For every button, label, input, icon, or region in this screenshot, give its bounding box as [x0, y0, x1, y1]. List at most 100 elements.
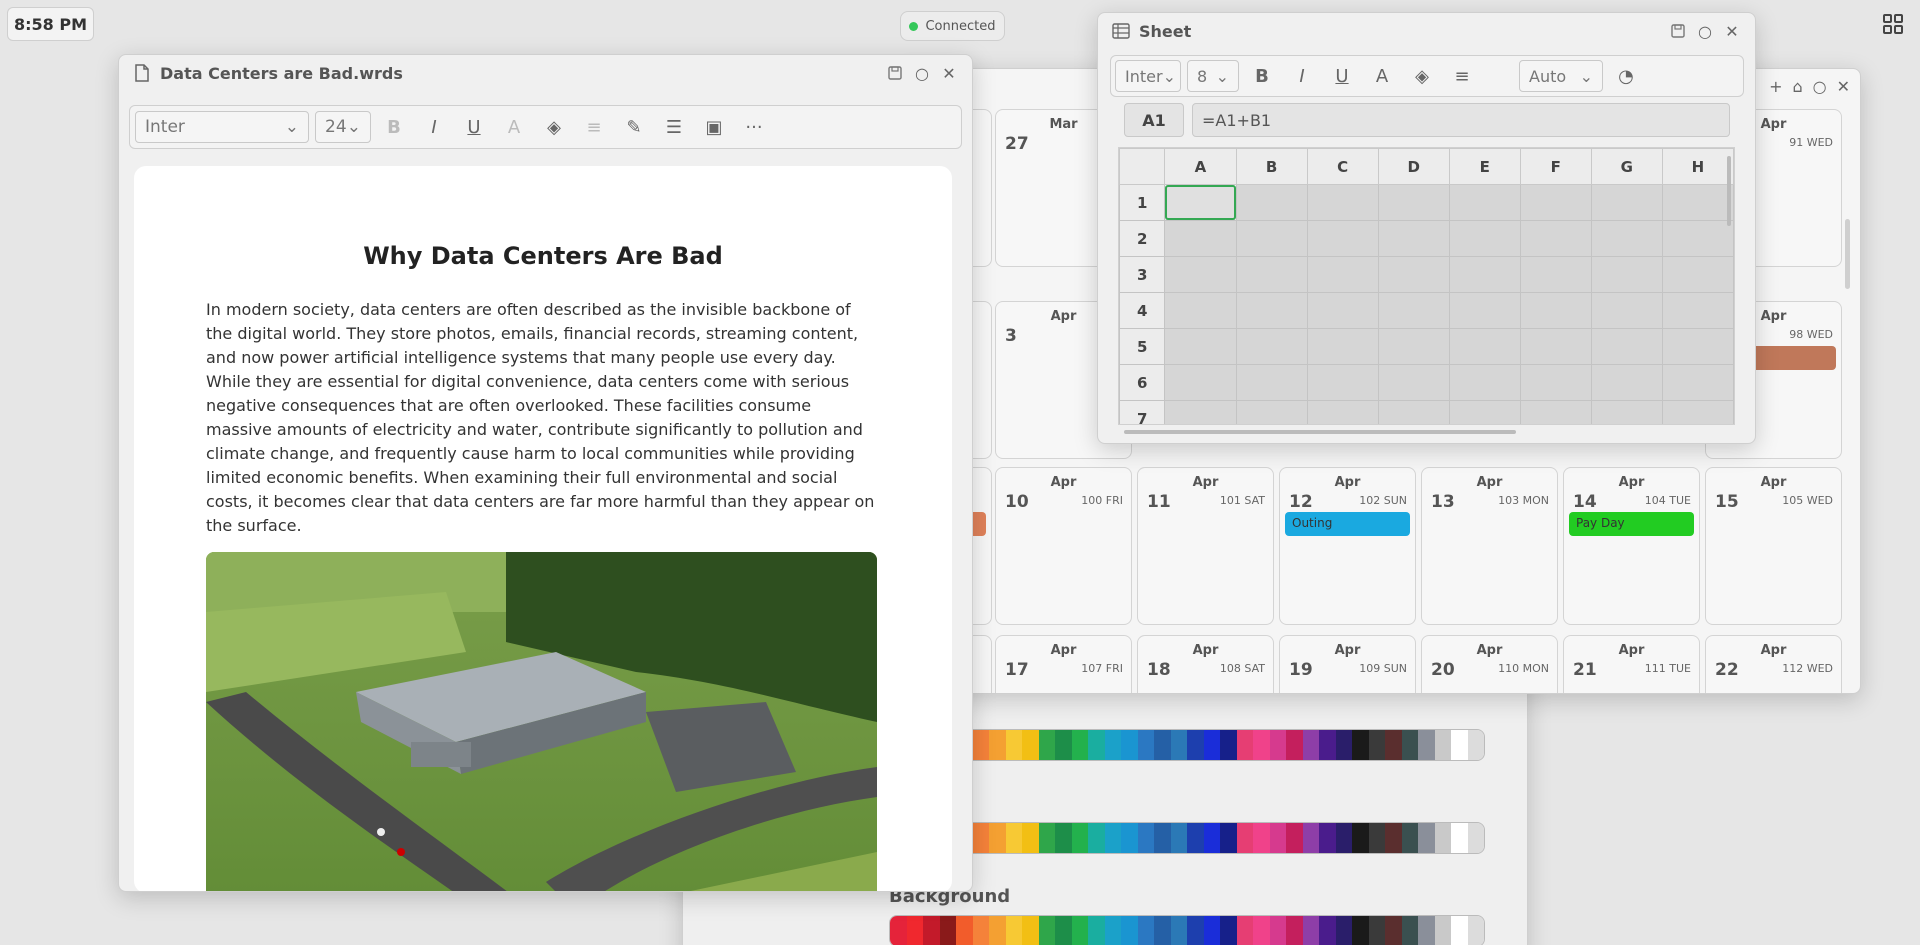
swatch[interactable] — [1467, 823, 1484, 853]
sheet-cell[interactable] — [1306, 220, 1379, 257]
swatch[interactable] — [1335, 823, 1352, 853]
row-header[interactable]: 7 — [1119, 400, 1166, 424]
swatch[interactable] — [1187, 823, 1204, 853]
swatch[interactable] — [890, 916, 907, 945]
swatch[interactable] — [1071, 730, 1088, 760]
sheet-vscrollbar[interactable] — [1725, 148, 1733, 410]
swatch[interactable] — [1088, 730, 1105, 760]
sheet-cell[interactable] — [1590, 364, 1663, 401]
swatch[interactable] — [972, 823, 989, 853]
sheet-cell[interactable] — [1164, 256, 1237, 293]
sheet-titlebar[interactable]: Sheet ○ ✕ — [1098, 13, 1755, 49]
column-header[interactable]: E — [1448, 148, 1521, 185]
swatch[interactable] — [1137, 823, 1154, 853]
swatch[interactable] — [1368, 916, 1385, 945]
swatch[interactable] — [1022, 916, 1039, 945]
fill-color-icon[interactable]: ◈ — [1405, 60, 1439, 92]
swatch[interactable] — [1451, 916, 1468, 945]
swatch[interactable] — [1253, 823, 1270, 853]
swatch[interactable] — [1005, 730, 1022, 760]
sheet-cell[interactable] — [1235, 292, 1308, 329]
more-icon[interactable]: ··· — [737, 111, 771, 143]
sheet-cell[interactable] — [1377, 400, 1450, 424]
swatch[interactable] — [1154, 916, 1171, 945]
swatch[interactable] — [1137, 916, 1154, 945]
swatch[interactable] — [1434, 730, 1451, 760]
column-header[interactable]: C — [1306, 148, 1379, 185]
font-family-select[interactable]: Inter ⌄ — [135, 111, 309, 143]
sheet-cell[interactable] — [1377, 292, 1450, 329]
maximize-icon[interactable]: ○ — [1696, 22, 1714, 41]
sheet-cell[interactable] — [1590, 328, 1663, 365]
sheet-cell[interactable] — [1164, 292, 1237, 329]
maximize-icon[interactable]: ○ — [1813, 77, 1827, 96]
swatch[interactable] — [1319, 916, 1336, 945]
formula-input[interactable]: =A1+B1 — [1192, 103, 1730, 137]
row-header[interactable]: 5 — [1119, 328, 1166, 365]
column-header[interactable]: A — [1164, 148, 1237, 185]
text-color-icon[interactable]: A — [497, 111, 531, 143]
sheet-cell[interactable] — [1377, 256, 1450, 293]
sheet-cell[interactable] — [1661, 184, 1734, 221]
swatch[interactable] — [1286, 916, 1303, 945]
swatch[interactable] — [1137, 730, 1154, 760]
swatch[interactable] — [1269, 916, 1286, 945]
swatch[interactable] — [989, 916, 1006, 945]
italic-icon[interactable]: I — [417, 111, 451, 143]
sheet-size-select[interactable]: 8 ⌄ — [1187, 60, 1239, 92]
tag-icon[interactable]: ⌂ — [1792, 77, 1802, 96]
swatch[interactable] — [1352, 730, 1369, 760]
swatch[interactable] — [1253, 730, 1270, 760]
swatch[interactable] — [1220, 916, 1237, 945]
sheet-cell[interactable] — [1590, 400, 1663, 424]
sheet-cell[interactable] — [1519, 220, 1592, 257]
sheet-cell[interactable] — [1306, 256, 1379, 293]
swatch[interactable] — [1467, 730, 1484, 760]
list-icon[interactable]: ☰ — [657, 111, 691, 143]
calendar-day-cell[interactable]: Apr 18 108 SAT — [1137, 635, 1274, 693]
column-header[interactable]: D — [1377, 148, 1450, 185]
swatch[interactable] — [1170, 730, 1187, 760]
add-icon[interactable]: + — [1769, 77, 1782, 96]
swatch[interactable] — [1187, 916, 1204, 945]
text-color-icon[interactable]: A — [1365, 60, 1399, 92]
swatch[interactable] — [1401, 916, 1418, 945]
swatch[interactable] — [1451, 730, 1468, 760]
calendar-day-cell[interactable]: Apr 10 100 FRI — [995, 467, 1132, 625]
row-header[interactable]: 4 — [1119, 292, 1166, 329]
sheet-cell[interactable] — [1235, 328, 1308, 365]
align-left-icon[interactable]: ≡ — [1445, 60, 1479, 92]
column-header[interactable]: G — [1590, 148, 1663, 185]
swatch[interactable] — [1418, 730, 1435, 760]
swatch[interactable] — [972, 730, 989, 760]
sheet-cell[interactable] — [1590, 184, 1663, 221]
sheet-cell[interactable] — [1590, 256, 1663, 293]
swatch[interactable] — [1253, 916, 1270, 945]
sheet-cell[interactable] — [1377, 220, 1450, 257]
sheet-cell[interactable] — [1519, 364, 1592, 401]
calendar-scrollbar[interactable] — [1845, 219, 1850, 289]
swatch[interactable] — [1022, 823, 1039, 853]
chart-icon[interactable]: ◔ — [1609, 60, 1643, 92]
swatch[interactable] — [1121, 730, 1138, 760]
swatch[interactable] — [1203, 730, 1220, 760]
sheet-cell[interactable] — [1164, 364, 1237, 401]
sheet-cell[interactable] — [1448, 328, 1521, 365]
sheet-cell[interactable] — [1306, 400, 1379, 424]
sheet-font-select[interactable]: Inter ⌄ — [1115, 60, 1181, 92]
swatch[interactable] — [1187, 730, 1204, 760]
font-size-select[interactable]: 24 ⌄ — [315, 111, 371, 143]
fill-color-icon[interactable]: ◈ — [537, 111, 571, 143]
maximize-icon[interactable]: ○ — [913, 64, 931, 83]
swatch[interactable] — [1220, 730, 1237, 760]
calendar-day-cell[interactable]: Apr 12 102 SUN Outing — [1279, 467, 1416, 625]
swatch[interactable] — [1005, 823, 1022, 853]
swatch[interactable] — [1170, 823, 1187, 853]
swatch[interactable] — [1220, 823, 1237, 853]
swatch[interactable] — [1335, 916, 1352, 945]
swatch[interactable] — [1401, 823, 1418, 853]
row-header[interactable]: 2 — [1119, 220, 1166, 257]
swatch[interactable] — [1022, 730, 1039, 760]
swatch[interactable] — [1286, 823, 1303, 853]
swatch[interactable] — [1038, 823, 1055, 853]
